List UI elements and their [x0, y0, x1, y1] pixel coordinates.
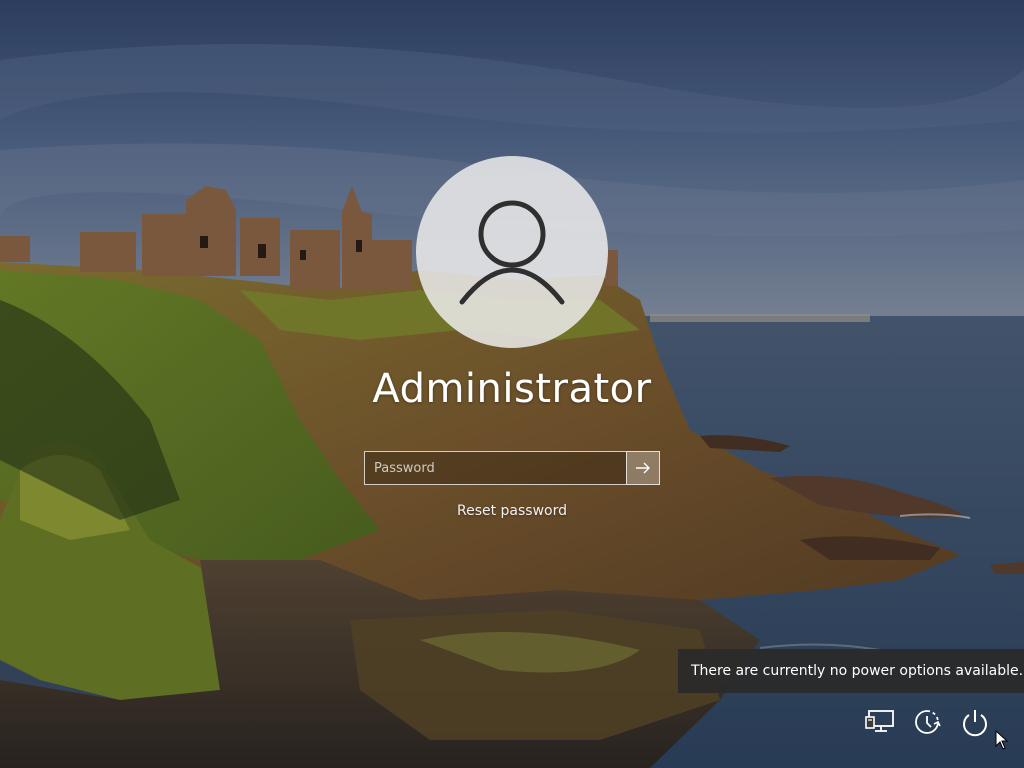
user-icon: [459, 200, 565, 305]
network-icon: [865, 710, 894, 732]
power-icon: [963, 710, 987, 737]
username-label: Administrator: [372, 366, 652, 412]
network-button[interactable]: [862, 704, 898, 740]
reset-password-link[interactable]: Reset password: [412, 503, 612, 519]
submit-button[interactable]: [626, 451, 660, 485]
power-button[interactable]: [957, 704, 993, 740]
arrow-right-icon: [636, 462, 650, 474]
ease-of-access-button[interactable]: [909, 704, 945, 740]
power-tooltip: There are currently no power options ava…: [678, 649, 1024, 693]
lock-screen: Administrator Reset password There are c…: [0, 0, 1024, 768]
ease-of-access-icon: [915, 710, 941, 734]
password-group: [364, 451, 660, 485]
mouse-cursor-icon: [995, 730, 1009, 750]
user-avatar: [416, 156, 608, 348]
password-input[interactable]: [364, 451, 626, 485]
